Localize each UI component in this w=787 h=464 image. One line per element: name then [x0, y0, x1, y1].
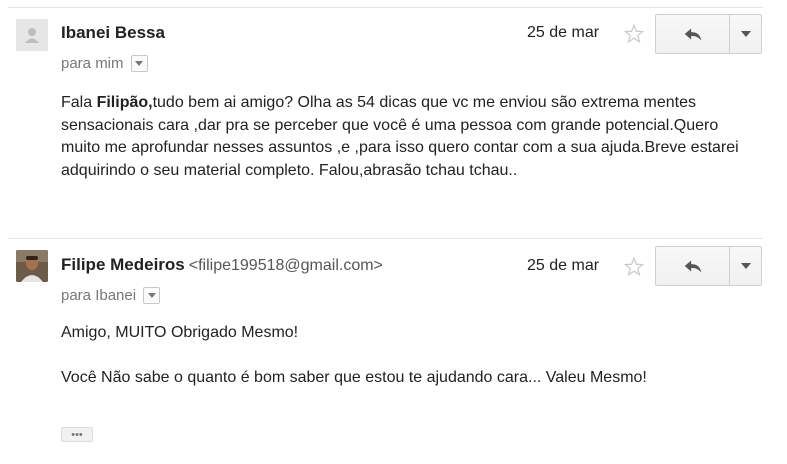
more-options-button[interactable]: [730, 15, 761, 53]
message-date[interactable]: 25 de mar: [527, 24, 599, 42]
body-line-1: Amigo, MUITO Obrigado Mesmo!: [61, 324, 299, 341]
message-body: Amigo, MUITO Obrigado Mesmo! Você Não sa…: [61, 322, 741, 389]
reply-button-group: [655, 14, 762, 54]
sender-name-text: Ibanei Bessa: [61, 23, 165, 42]
reply-button[interactable]: [656, 247, 731, 285]
message-date[interactable]: 25 de mar: [527, 257, 599, 275]
sender-email: <filipe199518@gmail.com>: [188, 257, 383, 274]
body-line-2: Você Não sabe o quanto é bom saber que e…: [61, 368, 647, 386]
recipient-text: para Ibanei: [61, 287, 137, 304]
chevron-down-icon: [740, 263, 751, 269]
body-greeting: Fala: [61, 94, 97, 111]
star-icon[interactable]: [623, 256, 645, 278]
reply-button[interactable]: [656, 15, 731, 53]
body-text: tudo bem ai amigo? Olha as 54 dicas que …: [61, 94, 739, 179]
show-details-button[interactable]: [130, 55, 148, 72]
sender-avatar-photo[interactable]: [16, 250, 48, 282]
recipient-line: para Ibanei: [61, 287, 161, 304]
star-icon[interactable]: [623, 23, 645, 45]
small-chevron-down-icon: [135, 61, 144, 66]
default-avatar-icon: [16, 19, 48, 51]
sender-avatar-default[interactable]: [16, 19, 48, 51]
sender-name[interactable]: Filipe Medeiros <filipe199518@gmail.com>: [61, 255, 383, 275]
top-divider: [8, 7, 763, 8]
body-name-bold: Filipão,: [96, 94, 153, 111]
profile-photo-icon: [16, 250, 48, 282]
reply-button-group: [655, 246, 762, 286]
message-divider: [8, 238, 763, 239]
more-options-button[interactable]: [730, 247, 761, 285]
chevron-down-icon: [740, 31, 751, 37]
small-chevron-down-icon: [147, 293, 156, 298]
sender-name[interactable]: Ibanei Bessa: [61, 23, 165, 43]
reply-arrow-icon: [684, 28, 701, 41]
recipient-line: para mim: [61, 55, 148, 72]
reply-arrow-icon: [684, 260, 701, 273]
show-trimmed-content-button[interactable]: •••: [61, 427, 93, 442]
recipient-text: para mim: [61, 55, 124, 72]
message-body: Fala Filipão,tudo bem ai amigo? Olha as …: [61, 92, 741, 182]
show-details-button[interactable]: [143, 287, 161, 304]
sender-name-text: Filipe Medeiros: [61, 255, 185, 274]
